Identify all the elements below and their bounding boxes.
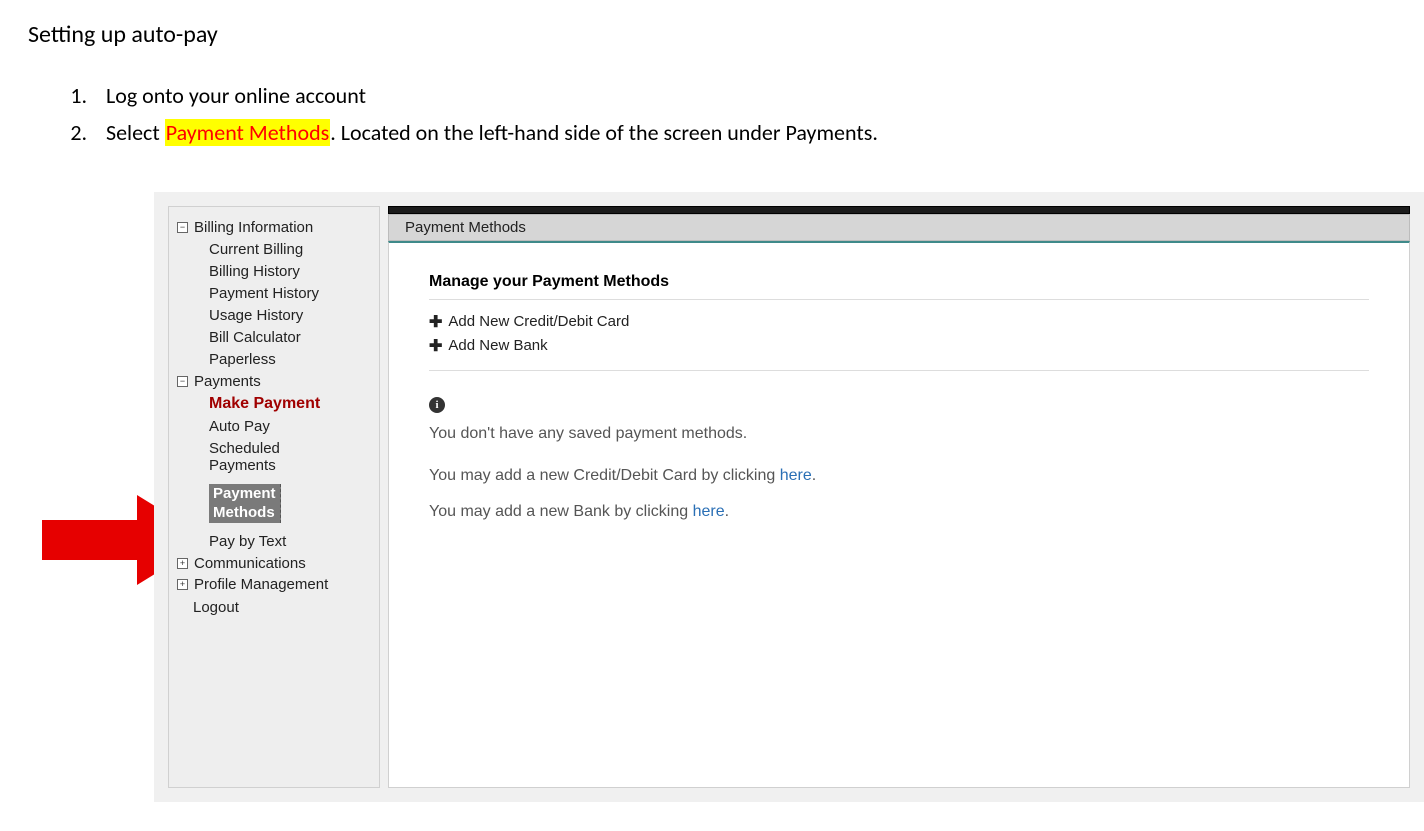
expand-icon: + <box>177 558 188 569</box>
sidebar: − Billing Information Current Billing Bi… <box>168 206 380 788</box>
sidebar-item-usage-history[interactable]: Usage History <box>209 307 379 324</box>
step-2-before: Select <box>106 119 165 146</box>
panel-body: Manage your Payment Methods ✚ Add New Cr… <box>388 241 1410 788</box>
screenshot-container: − Billing Information Current Billing Bi… <box>124 192 1422 802</box>
sidebar-section-label: Payments <box>194 373 261 390</box>
steps-list: Log onto your online account Select Paym… <box>28 77 1396 152</box>
app-window: − Billing Information Current Billing Bi… <box>154 192 1424 802</box>
add-methods-block: ✚ Add New Credit/Debit Card ✚ Add New Ba… <box>429 312 1369 371</box>
step-2: Select Payment Methods. Located on the l… <box>92 114 1396 151</box>
sidebar-item-pay-by-text[interactable]: Pay by Text <box>209 533 379 550</box>
step-2-after: . Located on the left-hand side of the s… <box>330 119 878 146</box>
add-new-card-label: Add New Credit/Debit Card <box>448 313 629 330</box>
add-card-here-link[interactable]: here <box>780 467 812 484</box>
expand-icon: + <box>177 579 188 590</box>
add-new-card-link[interactable]: ✚ Add New Credit/Debit Card <box>429 312 1369 332</box>
step-2-highlight: Payment Methods <box>165 119 331 146</box>
sidebar-item-auto-pay[interactable]: Auto Pay <box>209 418 379 435</box>
sidebar-item-label-line1: Scheduled <box>209 440 280 457</box>
add-bank-here-link[interactable]: here <box>693 503 725 520</box>
sidebar-section-label: Communications <box>194 555 306 572</box>
add-bank-text-after: . <box>725 503 729 520</box>
add-card-text-after: . <box>812 467 816 484</box>
add-bank-sentence: You may add a new Bank by clicking here. <box>429 503 1369 521</box>
plus-icon: ✚ <box>429 336 442 356</box>
sidebar-item-bill-calculator[interactable]: Bill Calculator <box>209 329 379 346</box>
main-top-bar <box>388 206 1410 214</box>
sidebar-item-scheduled-payments[interactable]: Scheduled Payments <box>209 440 379 474</box>
sidebar-item-make-payment[interactable]: Make Payment <box>209 395 379 413</box>
add-new-bank-link[interactable]: ✚ Add New Bank <box>429 336 1369 356</box>
sidebar-item-label-line2: Methods <box>213 504 275 521</box>
panel-heading: Manage your Payment Methods <box>429 273 1369 300</box>
sidebar-section-label: Profile Management <box>194 576 328 593</box>
sidebar-section-communications[interactable]: + Communications <box>177 555 379 572</box>
sidebar-item-paperless[interactable]: Paperless <box>209 351 379 368</box>
add-bank-text-before: You may add a new Bank by clicking <box>429 503 693 520</box>
sidebar-item-payment-history[interactable]: Payment History <box>209 285 379 302</box>
sidebar-item-logout[interactable]: Logout <box>193 599 379 616</box>
sidebar-section-label: Billing Information <box>194 219 313 236</box>
collapse-icon: − <box>177 376 188 387</box>
doc-title: Setting up auto-pay <box>28 20 1396 49</box>
panel-header: Payment Methods <box>388 214 1410 241</box>
sidebar-item-label-line1: Payment <box>213 485 276 502</box>
plus-icon: ✚ <box>429 312 442 332</box>
sidebar-item-label-line2: Payments <box>209 457 276 474</box>
sidebar-item-billing-history[interactable]: Billing History <box>209 263 379 280</box>
add-card-sentence: You may add a new Credit/Debit Card by c… <box>429 467 1369 485</box>
sidebar-item-payment-methods[interactable]: Payment Methods <box>209 484 281 524</box>
add-new-bank-label: Add New Bank <box>448 337 547 354</box>
info-icon: i <box>429 397 445 413</box>
sidebar-section-payments[interactable]: − Payments <box>177 373 379 390</box>
sidebar-section-billing-information[interactable]: − Billing Information <box>177 219 379 236</box>
step-1: Log onto your online account <box>92 77 1396 114</box>
sidebar-section-profile-management[interactable]: + Profile Management <box>177 576 379 593</box>
no-saved-methods-text: You don't have any saved payment methods… <box>429 425 1369 443</box>
collapse-icon: − <box>177 222 188 233</box>
add-card-text-before: You may add a new Credit/Debit Card by c… <box>429 467 780 484</box>
main-area: Payment Methods Manage your Payment Meth… <box>388 206 1410 788</box>
sidebar-item-current-billing[interactable]: Current Billing <box>209 241 379 258</box>
